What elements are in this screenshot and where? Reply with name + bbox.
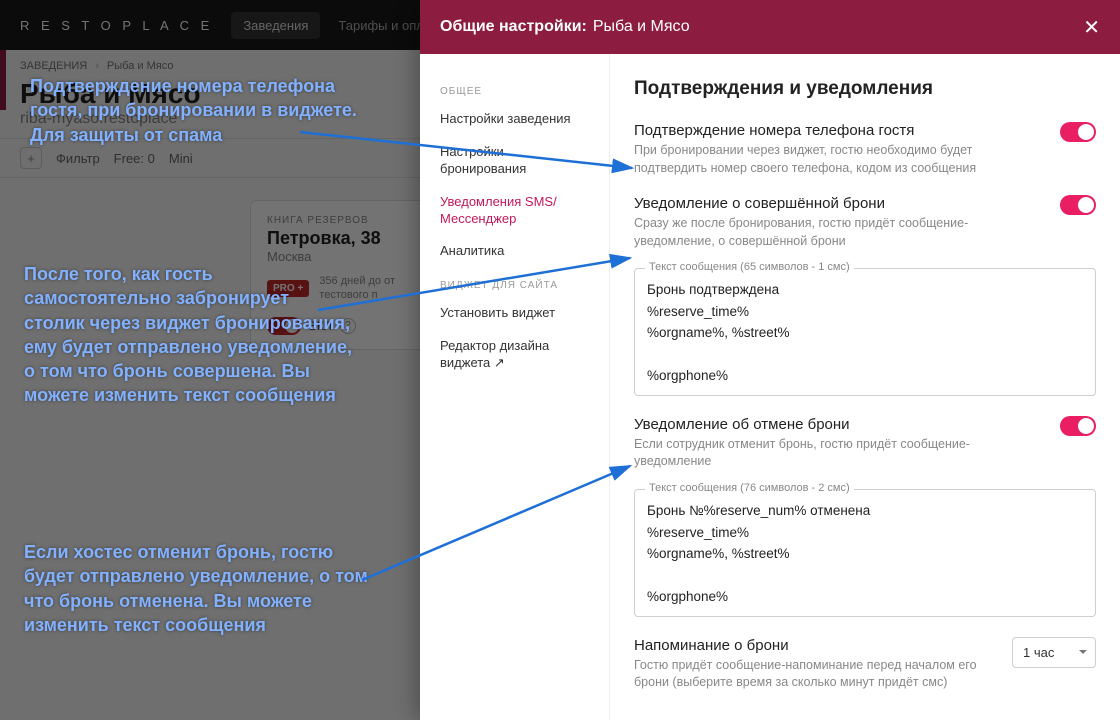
sidebar-item-notifications[interactable]: Уведомления SMS/Мессенджер — [420, 186, 609, 236]
modal-sidebar: ОБЩЕЕ Настройки заведения Настройки брон… — [420, 54, 610, 720]
modal-header-label: Общие настройки: — [440, 18, 587, 36]
setting-desc: При бронировании через виджет, гостю нео… — [634, 142, 1044, 177]
toggle-booked-notice[interactable] — [1060, 195, 1096, 215]
setting-title: Напоминание о брони — [634, 637, 996, 654]
content-title: Подтверждения и уведомления — [634, 78, 1096, 100]
toggle-phone-confirm[interactable] — [1060, 122, 1096, 142]
sidebar-item-widget-editor[interactable]: Редактор дизайна виджета ↗ — [420, 330, 609, 380]
reminder-time-select[interactable]: 1 час — [1012, 637, 1096, 668]
annotation-3: Если хостес отменит бронь, гостю будет о… — [24, 540, 384, 637]
setting-title: Подтверждение номера телефона гостя — [634, 122, 1044, 139]
field-body[interactable]: Бронь №%reserve_num% отменена %reserve_t… — [647, 500, 1083, 608]
sidebar-section-general: ОБЩЕЕ — [420, 80, 609, 103]
modal-content: Подтверждения и уведомления Подтверждени… — [610, 54, 1120, 720]
modal-header-name: Рыба и Мясо — [593, 18, 690, 36]
setting-desc: Гостю придёт сообщение-напоминание перед… — [634, 657, 996, 692]
setting-booked-notice: Уведомление о совершённой брони Сразу же… — [634, 195, 1096, 250]
field-legend: Текст сообщения (65 символов - 1 смс) — [645, 261, 854, 273]
modal-header: Общие настройки: Рыба и Мясо ✕ — [420, 0, 1120, 54]
sms-text-cancel[interactable]: Текст сообщения (76 символов - 2 смс) Бр… — [634, 489, 1096, 617]
sidebar-item-venue-settings[interactable]: Настройки заведения — [420, 103, 609, 136]
setting-desc: Сразу же после бронирования, гостю придё… — [634, 215, 1044, 250]
annotation-1: Подтверждение номера телефона гостя, при… — [30, 74, 360, 147]
setting-title: Уведомление об отмене брони — [634, 416, 1044, 433]
sidebar-item-analytics[interactable]: Аналитика — [420, 235, 609, 268]
sidebar-item-booking-settings[interactable]: Настройки бронирования — [420, 136, 609, 186]
annotation-2: После того, как гость самостоятельно заб… — [24, 262, 354, 408]
setting-title: Уведомление о совершённой брони — [634, 195, 1044, 212]
setting-desc: Если сотрудник отменит бронь, гостю прид… — [634, 436, 1044, 471]
close-icon[interactable]: ✕ — [1083, 15, 1100, 40]
sidebar-section-widget: ВИДЖЕТ ДЛЯ САЙТА — [420, 274, 609, 297]
field-body[interactable]: Бронь подтверждена %reserve_time% %orgna… — [647, 279, 1083, 387]
field-legend: Текст сообщения (76 символов - 2 смс) — [645, 482, 854, 494]
toggle-cancel-notice[interactable] — [1060, 416, 1096, 436]
setting-phone-confirm: Подтверждение номера телефона гостя При … — [634, 122, 1096, 177]
settings-modal: Общие настройки: Рыба и Мясо ✕ ОБЩЕЕ Нас… — [420, 0, 1120, 720]
setting-reminder: Напоминание о брони Гостю придёт сообщен… — [634, 637, 1096, 692]
setting-cancel-notice: Уведомление об отмене брони Если сотрудн… — [634, 416, 1096, 471]
sms-text-booked[interactable]: Текст сообщения (65 символов - 1 смс) Бр… — [634, 268, 1096, 396]
sidebar-item-install-widget[interactable]: Установить виджет — [420, 297, 609, 330]
